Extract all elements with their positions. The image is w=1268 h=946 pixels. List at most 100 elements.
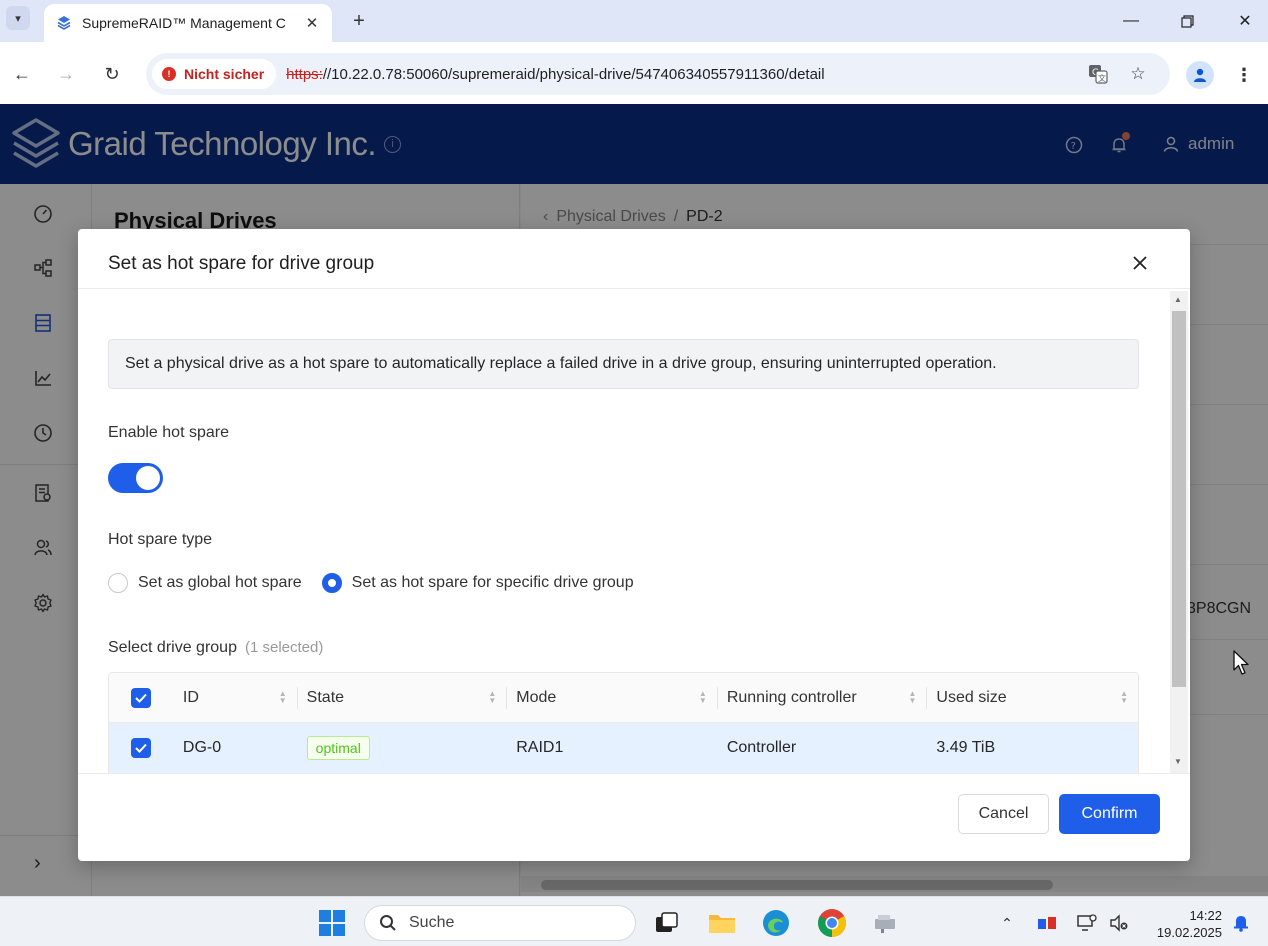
cell-mode: RAID1	[516, 739, 564, 756]
bookmark-star-icon[interactable]: ☆	[1126, 62, 1150, 86]
enable-hot-spare-toggle[interactable]	[108, 463, 163, 493]
column-header-used-size[interactable]: Used size ▲ ▼	[926, 673, 1138, 723]
column-label: State	[306, 688, 345, 706]
dialog-footer: Cancel Confirm	[78, 773, 1190, 861]
restore-icon	[1180, 14, 1194, 28]
windows-taskbar: Suche ⌃ 14:22 19.02.2025	[0, 896, 1268, 946]
chrome-browser-icon[interactable]	[816, 907, 848, 939]
info-alert: Set a physical drive as a hot spare to a…	[108, 339, 1139, 389]
taskbar-clock[interactable]: 14:22 19.02.2025	[1146, 907, 1222, 941]
sort-icon[interactable]: ▲ ▼	[488, 689, 496, 704]
tab-search-menu-button[interactable]: ▾	[6, 6, 30, 30]
close-window-button[interactable]: ✕	[1228, 8, 1262, 34]
dialog-title: Set as hot spare for drive group	[108, 253, 375, 274]
search-icon	[380, 915, 396, 931]
reload-button[interactable]: ↻	[98, 60, 126, 88]
state-badge: optimal	[306, 736, 370, 760]
cell-used-size: 3.49 TiB	[936, 739, 996, 756]
network-display-icon[interactable]	[1076, 913, 1098, 933]
mouse-cursor-icon	[1233, 650, 1249, 675]
column-header-mode[interactable]: Mode ▲ ▼	[506, 673, 717, 723]
column-label: Running controller	[726, 688, 857, 706]
dialog-body: Set a physical drive as a hot spare to a…	[78, 289, 1190, 773]
not-secure-icon: !	[162, 67, 176, 81]
cell-running-controller: Controller	[726, 739, 797, 756]
hot-spare-dialog: Set as hot spare for drive group Set a p…	[78, 229, 1190, 861]
close-icon[interactable]	[1128, 251, 1152, 275]
hot-spare-type-radio-group: Set as global hot spare Set as hot spare…	[108, 573, 654, 593]
forward-button[interactable]: →	[52, 60, 80, 88]
select-drive-group-label: Select drive group (1 selected)	[108, 639, 323, 657]
url-text[interactable]: https://10.22.0.78:50060/supremeraid/phy…	[286, 66, 824, 83]
select-all-cell	[109, 673, 173, 723]
browser-tabstrip: ▾ SupremeRAID™ Management C ✕ + — ✕	[0, 0, 1268, 42]
radio-circle-checked[interactable]	[321, 573, 342, 593]
clock-date: 19.02.2025	[1156, 925, 1222, 940]
scroll-down-arrow-icon[interactable]: ▼	[1174, 757, 1182, 766]
network-app-icon[interactable]	[870, 907, 902, 939]
back-button[interactable]: ←	[8, 60, 36, 88]
selected-count: (1 selected)	[244, 639, 324, 656]
translate-icon[interactable]: G文	[1086, 62, 1110, 86]
svg-text:文: 文	[1098, 73, 1106, 83]
toggle-knob	[136, 466, 160, 490]
browser-tab[interactable]: SupremeRAID™ Management C ✕	[44, 4, 332, 42]
windows-start-icon[interactable]	[316, 907, 348, 939]
sort-icon[interactable]: ▲ ▼	[908, 689, 916, 704]
hot-spare-type-label: Hot spare type	[108, 531, 213, 548]
profile-avatar-icon[interactable]	[1186, 61, 1214, 89]
radio-specific-drive-group[interactable]: Set as hot spare for specific drive grou…	[321, 573, 634, 593]
column-label: ID	[182, 688, 199, 706]
sort-icon[interactable]: ▲ ▼	[1120, 689, 1128, 704]
taskbar-search[interactable]: Suche	[364, 905, 636, 941]
select-drive-group-text: Select drive group	[108, 639, 237, 656]
tab-close-icon[interactable]: ✕	[302, 13, 322, 33]
cancel-button[interactable]: Cancel	[958, 794, 1049, 834]
table-row[interactable]: DG-0 optimal RAID1 Controller 3.49 TiB	[109, 723, 1138, 773]
dialog-header: Set as hot spare for drive group	[78, 229, 1190, 289]
vertical-scrollbar-thumb[interactable]	[1172, 311, 1186, 687]
notification-center-bell-icon[interactable]	[1230, 913, 1252, 933]
search-placeholder: Suche	[409, 914, 455, 931]
drive-group-table: ID ▲ ▼ State ▲ ▼ Mode ▲ ▼ Running controlle…	[108, 672, 1139, 773]
radio-global-hot-spare[interactable]: Set as global hot spare	[108, 573, 302, 593]
table-header-row: ID ▲ ▼ State ▲ ▼ Mode ▲ ▼ Running controlle…	[109, 673, 1138, 723]
security-chip[interactable]: ! Nicht sicher	[152, 59, 277, 89]
tray-overflow-chevron-icon[interactable]: ⌃	[996, 913, 1018, 933]
scroll-up-arrow-icon[interactable]: ▲	[1174, 295, 1182, 304]
dialog-vertical-scrollbar[interactable]: ▲ ▼	[1170, 291, 1188, 773]
select-all-checkbox[interactable]	[131, 687, 151, 708]
new-tab-button[interactable]: +	[346, 8, 372, 34]
column-label: Mode	[516, 688, 557, 706]
sort-icon[interactable]: ▲ ▼	[279, 689, 287, 704]
radio-circle-unchecked[interactable]	[108, 573, 128, 593]
file-explorer-icon[interactable]	[706, 907, 738, 939]
restore-button[interactable]	[1170, 8, 1204, 34]
url-path: //10.22.0.78:50060/supremeraid/physical-…	[322, 65, 825, 83]
row-checkbox[interactable]	[131, 738, 151, 758]
enable-hot-spare-label: Enable hot spare	[108, 424, 229, 441]
column-header-state[interactable]: State ▲ ▼	[296, 673, 507, 723]
confirm-button[interactable]: Confirm	[1059, 794, 1160, 834]
sort-icon[interactable]: ▲ ▼	[699, 689, 707, 704]
tray-app-icon[interactable]	[1036, 913, 1058, 933]
radio-global-label: Set as global hot spare	[138, 574, 302, 591]
cell-id: DG-0	[182, 739, 222, 756]
edge-browser-icon[interactable]	[760, 907, 792, 939]
url-scheme: https:	[286, 65, 323, 83]
column-label: Used size	[936, 688, 1007, 706]
volume-muted-icon[interactable]	[1108, 913, 1130, 933]
column-header-running-controller[interactable]: Running controller ▲ ▼	[716, 673, 927, 723]
task-view-icon[interactable]	[650, 907, 682, 939]
tab-title: SupremeRAID™ Management C	[82, 15, 286, 31]
address-bar[interactable]: ! Nicht sicher https://10.22.0.78:50060/…	[146, 53, 1170, 95]
row-select-cell	[109, 723, 173, 773]
column-header-id[interactable]: ID ▲ ▼	[173, 673, 297, 723]
cell-state: optimal	[297, 723, 507, 773]
radio-specific-label: Set as hot spare for specific drive grou…	[351, 574, 634, 591]
minimize-button[interactable]: —	[1114, 8, 1148, 34]
clock-time: 14:22	[1189, 908, 1222, 923]
supremeraid-favicon-icon	[57, 16, 71, 30]
browser-menu-icon[interactable]: ⋮	[1234, 62, 1254, 88]
browser-toolbar: ← → ↻ ! Nicht sicher https://10.22.0.78:…	[0, 42, 1268, 104]
